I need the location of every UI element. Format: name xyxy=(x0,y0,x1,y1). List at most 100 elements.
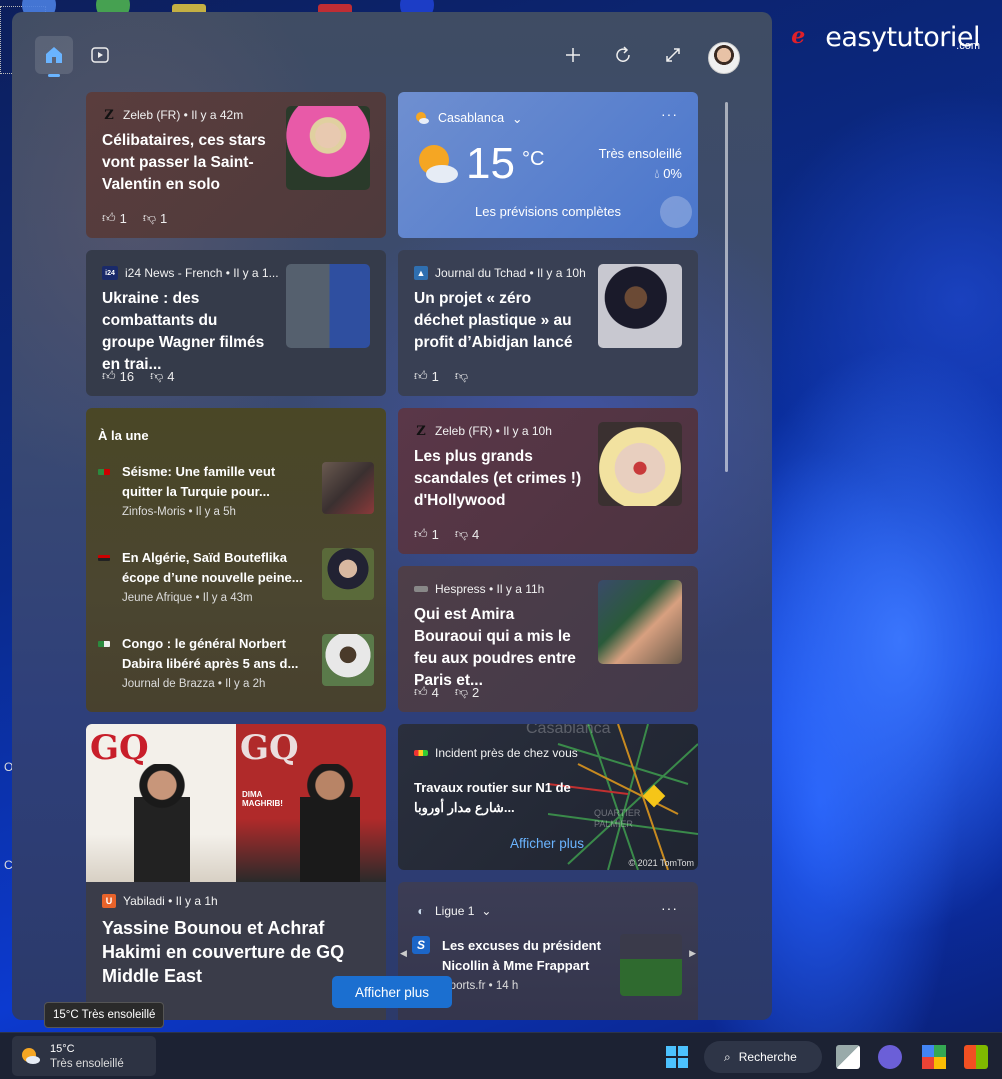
card-title[interactable]: Yassine Bounou et Achraf Hakimi en couve… xyxy=(102,916,370,988)
source-logo: U xyxy=(102,894,116,908)
taskbar: 15°C Très ensoleillé ⌕ Recherche xyxy=(0,1032,1002,1079)
teams-chat-icon[interactable] xyxy=(878,1045,902,1069)
user-avatar[interactable] xyxy=(708,42,740,74)
news-card[interactable]: Hespress • Il y a 11h Qui est Amira Bour… xyxy=(398,566,698,712)
top-stories-card[interactable]: À la une Séisme: Une famille veut quitte… xyxy=(86,408,386,712)
card-thumbnail[interactable] xyxy=(286,106,370,190)
like-count: 1 xyxy=(119,210,127,226)
traffic-title: Incident près de chez vous xyxy=(435,746,578,760)
gq-logo-icon: GQ xyxy=(90,728,149,768)
forecast-link[interactable]: Les prévisions complètes xyxy=(398,204,698,219)
card-source: U Yabiladi • Il y a 1h xyxy=(102,894,218,908)
weather-location[interactable]: Casablanca ⌄ xyxy=(414,110,523,126)
more-options-icon[interactable]: ··· xyxy=(661,900,678,916)
add-widget-button[interactable] xyxy=(560,42,586,68)
card-source[interactable]: ◐ Ligue 1 ⌄ xyxy=(414,904,491,918)
news-card[interactable]: Z Zeleb (FR) • Il y a 10h Les plus grand… xyxy=(398,408,698,554)
headline-thumbnail[interactable] xyxy=(322,462,374,514)
sports-source: Sports.fr • 14 h xyxy=(442,980,519,992)
traffic-text[interactable]: Travaux routier sur N1 de شارع مدار أورو… xyxy=(414,778,574,818)
card-title[interactable]: Les plus grands scandales (et crimes !) … xyxy=(414,446,584,512)
headline-item[interactable]: Séisme: Une famille veut quitter la Turq… xyxy=(98,462,374,518)
card-thumbnail[interactable] xyxy=(598,264,682,348)
weather-card[interactable]: Casablanca ⌄ ··· 15 °C Très ensoleillé 💧… xyxy=(398,92,698,238)
magazine-cover: GQ xyxy=(86,724,236,882)
dislike-button[interactable]: 👎︎ 4 xyxy=(150,368,174,384)
headline-text[interactable]: En Algérie, Saïd Bouteflika écope d’une … xyxy=(122,548,312,588)
dislike-button[interactable]: 👎︎ 2 xyxy=(455,684,479,700)
play-store-icon[interactable] xyxy=(922,1045,946,1069)
traffic-more-link[interactable]: Afficher plus xyxy=(510,836,584,851)
weather-condition: Très ensoleillé xyxy=(598,146,682,161)
like-button[interactable]: 👍︎1 xyxy=(414,368,439,384)
cover-figure xyxy=(300,764,360,882)
news-card[interactable]: i24 i24 News - French • Il y a 1... Ukra… xyxy=(86,250,386,396)
dislike-count: 4 xyxy=(167,368,175,384)
chevron-down-icon: ⌄ xyxy=(481,904,492,918)
search-label: Recherche xyxy=(738,1050,797,1064)
store-icon[interactable] xyxy=(964,1045,988,1069)
weather-details: Très ensoleillé 💧︎ 0% xyxy=(599,144,682,184)
refresh-button[interactable] xyxy=(610,42,636,68)
start-button[interactable] xyxy=(666,1046,688,1068)
refresh-icon xyxy=(616,46,630,62)
expand-button[interactable] xyxy=(660,42,686,68)
chevron-left-icon[interactable]: ◀ xyxy=(400,948,407,959)
video-button[interactable] xyxy=(85,40,115,70)
card-source: Z Zeleb (FR) • Il y a 10h xyxy=(414,424,552,439)
dislike-button[interactable]: 👎︎ 4 xyxy=(455,526,479,542)
scrollbar[interactable] xyxy=(725,102,728,472)
taskbar-weather-widget[interactable]: 15°C Très ensoleillé xyxy=(12,1036,156,1076)
dislike-button[interactable]: 👎︎ xyxy=(455,368,472,384)
headline-text[interactable]: Séisme: Une famille veut quitter la Turq… xyxy=(122,462,312,502)
dislike-button[interactable]: 👎︎ 1 xyxy=(143,210,167,226)
card-thumbnail[interactable] xyxy=(598,580,682,664)
traffic-card[interactable]: Casablanca QUARTIER PALMIER Incident prè… xyxy=(398,724,698,870)
headline-source: Zinfos-Moris • Il y a 5h xyxy=(122,506,236,518)
news-card[interactable]: Z Zeleb (FR) • Il y a 42m Célibataires, … xyxy=(86,92,386,238)
card-title[interactable]: Célibataires, ces stars vont passer la S… xyxy=(102,130,272,196)
thumbs-up-icon: 👍︎ xyxy=(414,684,428,699)
like-button[interactable]: 👍︎1 xyxy=(414,526,439,542)
weather-unit: °C xyxy=(522,148,545,170)
sun-cloud-icon xyxy=(416,112,429,124)
weather-city: Casablanca xyxy=(438,111,505,125)
card-thumbnail[interactable] xyxy=(286,264,370,348)
thumbs-up-icon: 👍︎ xyxy=(102,368,116,383)
headline-item[interactable]: En Algérie, Saïd Bouteflika écope d’une … xyxy=(98,548,374,604)
card-reactions: 👍︎ 1 👎︎ 4 xyxy=(414,526,479,542)
brand-watermark: e easytutoriel xyxy=(791,22,980,53)
headline-source: Journal de Brazza • Il y a 2h xyxy=(122,678,266,690)
headline-text[interactable]: Congo : le général Norbert Dabira libéré… xyxy=(122,634,312,674)
show-more-button[interactable]: Afficher plus xyxy=(332,976,452,1008)
sports-thumbnail[interactable] xyxy=(620,934,682,996)
card-title[interactable]: Qui est Amira Bouraoui qui a mis le feu … xyxy=(414,604,584,692)
sports-headline[interactable]: Les excuses du président Nicollin à Mme … xyxy=(442,936,608,976)
card-image[interactable]: GQ GQ DIMA MAGHRIB! xyxy=(86,724,386,882)
widgets-toolbar xyxy=(12,12,772,92)
raindrop-icon: 💧︎ xyxy=(654,166,660,181)
dislike-count: 2 xyxy=(472,684,480,700)
card-source: i24 i24 News - French • Il y a 1... xyxy=(102,266,279,280)
taskbar-search[interactable]: ⌕ Recherche xyxy=(704,1041,822,1073)
task-view-icon[interactable] xyxy=(836,1045,860,1069)
card-title[interactable]: Un projet « zéro déchet plastique » au p… xyxy=(414,288,584,354)
home-icon xyxy=(46,47,62,63)
card-title[interactable]: Ukraine : des combattants du groupe Wagn… xyxy=(102,288,272,376)
chevron-right-icon[interactable]: ▶ xyxy=(689,948,696,959)
headline-thumbnail[interactable] xyxy=(322,548,374,600)
news-card[interactable]: ▲ Journal du Tchad • Il y a 10h Un proje… xyxy=(398,250,698,396)
headline-source: Jeune Afrique • Il y a 43m xyxy=(122,592,253,604)
weather-precip: 0% xyxy=(663,166,682,181)
card-thumbnail[interactable] xyxy=(598,422,682,506)
weather-tooltip: 15°C Très ensoleillé xyxy=(44,1002,165,1028)
source-logo-icon xyxy=(98,469,110,475)
headline-thumbnail[interactable] xyxy=(322,634,374,686)
like-button[interactable]: 👍︎ 16 xyxy=(102,368,134,384)
like-button[interactable]: 👍︎ 4 xyxy=(414,684,439,700)
like-button[interactable]: 👍︎1 xyxy=(102,210,127,226)
home-button[interactable] xyxy=(35,36,73,77)
headline-item[interactable]: Congo : le général Norbert Dabira libéré… xyxy=(98,634,374,690)
more-options-icon[interactable]: ··· xyxy=(661,106,678,122)
source-label: Yabiladi • Il y a 1h xyxy=(123,894,218,908)
